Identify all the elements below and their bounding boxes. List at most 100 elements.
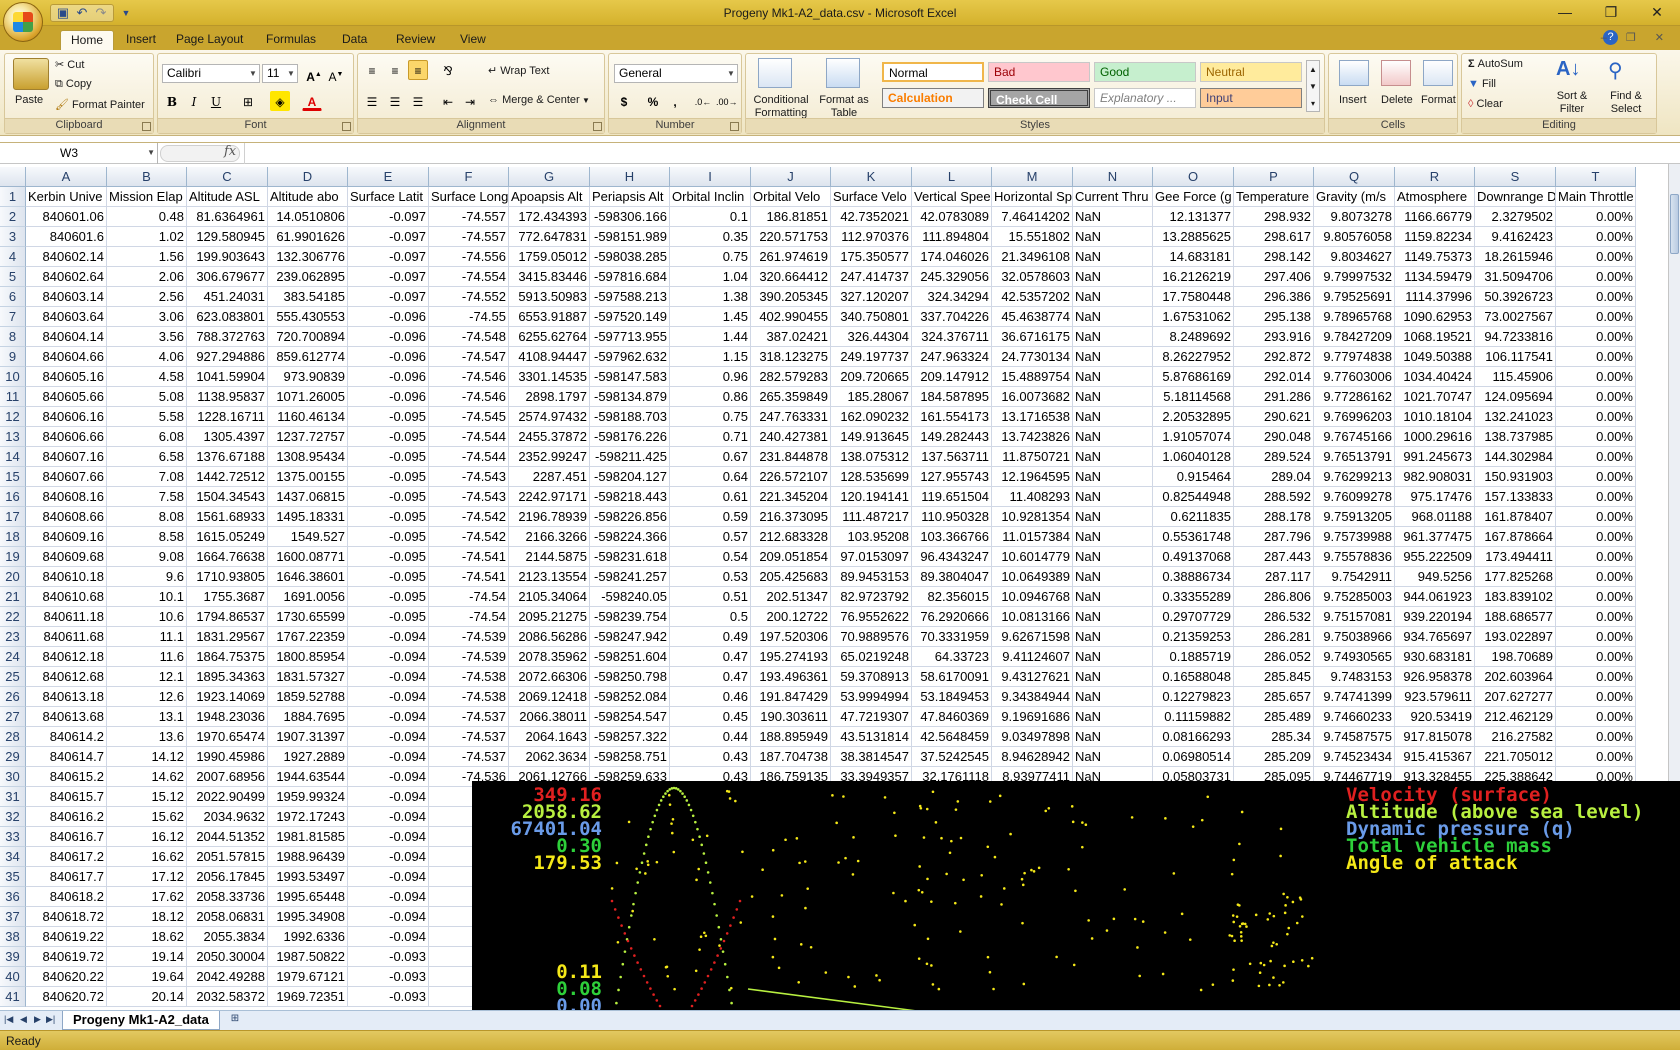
grid-cell[interactable]: 1166.66779 (1395, 207, 1475, 227)
grid-cell[interactable]: -74.54 (429, 587, 509, 607)
grid-cell[interactable]: -0.097 (348, 287, 429, 307)
grid-cell[interactable]: 9.76299213 (1314, 467, 1395, 487)
grid-cell[interactable]: 209.147912 (912, 367, 992, 387)
grid-cell[interactable]: 1995.34908 (268, 907, 348, 927)
grid-cell[interactable]: NaN (1073, 587, 1153, 607)
grid-cell[interactable]: 0.12279823 (1153, 687, 1234, 707)
grid-cell[interactable]: 0.00% (1556, 747, 1636, 767)
column-header[interactable]: E (348, 167, 429, 187)
grid-cell[interactable]: 36.6716175 (992, 327, 1073, 347)
grid-cell[interactable]: 16.12 (107, 827, 187, 847)
column-header[interactable]: H (590, 167, 670, 187)
grid-cell[interactable]: 1990.45986 (187, 747, 268, 767)
grid-cell[interactable]: 127.955743 (912, 467, 992, 487)
grid-cell[interactable]: 128.535699 (831, 467, 912, 487)
grid-cell[interactable]: 1.45 (670, 307, 751, 327)
row-header[interactable]: 27 (0, 707, 26, 727)
grid-cell[interactable]: NaN (1073, 507, 1153, 527)
grid-cell[interactable]: 15.62 (107, 807, 187, 827)
autosum-button[interactable]: Σ AutoSum (1468, 58, 1523, 70)
grid-cell[interactable]: 175.350577 (831, 247, 912, 267)
grid-cell[interactable]: 120.194141 (831, 487, 912, 507)
grid-cell[interactable]: 81.6364961 (187, 207, 268, 227)
grid-cell[interactable]: 0.00% (1556, 687, 1636, 707)
grid-cell[interactable]: NaN (1073, 227, 1153, 247)
grid-cell[interactable]: 840609.16 (26, 527, 107, 547)
grid-cell[interactable]: 9.79997532 (1314, 267, 1395, 287)
grid-cell[interactable]: -74.545 (429, 407, 509, 427)
grid-cell[interactable]: 9.74930565 (1314, 647, 1395, 667)
grid-cell[interactable]: 5913.50983 (509, 287, 590, 307)
grid-cell[interactable]: 0.00% (1556, 647, 1636, 667)
grid-cell[interactable]: 840612.68 (26, 667, 107, 687)
grid-cell[interactable]: 390.205345 (751, 287, 831, 307)
grid-cell[interactable]: -598240.05 (590, 587, 670, 607)
underline-button[interactable]: U (206, 91, 226, 111)
grid-cell[interactable]: 840602.14 (26, 247, 107, 267)
insert-function-button[interactable]: fx (224, 144, 236, 159)
tab-data[interactable]: Data (332, 30, 377, 50)
grid-cell[interactable]: 209.720665 (831, 367, 912, 387)
grid-cell[interactable]: Periapsis Alt (590, 187, 670, 207)
grid-cell[interactable]: -0.095 (348, 467, 429, 487)
grid-cell[interactable]: -598147.583 (590, 367, 670, 387)
grid-cell[interactable]: 216.27582 (1475, 727, 1556, 747)
number-format-combo[interactable]: General ▼ (614, 64, 738, 83)
grid-cell[interactable]: -0.094 (348, 707, 429, 727)
grid-cell[interactable]: -0.096 (348, 387, 429, 407)
grid-cell[interactable]: 0.00% (1556, 227, 1636, 247)
grid-cell[interactable]: 286.281 (1234, 627, 1314, 647)
grid-cell[interactable]: NaN (1073, 487, 1153, 507)
tab-page-layout[interactable]: Page Layout (166, 30, 253, 50)
row-header[interactable]: 33 (0, 827, 26, 847)
grid-cell[interactable]: -598134.879 (590, 387, 670, 407)
grid-cell[interactable]: 9.41124607 (992, 647, 1073, 667)
grid-cell[interactable]: 337.704226 (912, 307, 992, 327)
grid-cell[interactable]: -0.095 (348, 527, 429, 547)
grid-cell[interactable]: 11.1 (107, 627, 187, 647)
grid-cell[interactable]: 13.1716538 (992, 407, 1073, 427)
grid-cell[interactable]: 8.58 (107, 527, 187, 547)
grid-cell[interactable]: 94.7233816 (1475, 327, 1556, 347)
grid-cell[interactable]: 12.131377 (1153, 207, 1234, 227)
column-header[interactable]: J (751, 167, 831, 187)
grid-cell[interactable]: -598257.322 (590, 727, 670, 747)
grid-cell[interactable]: 9.78965768 (1314, 307, 1395, 327)
grid-cell[interactable]: 195.274193 (751, 647, 831, 667)
grid-cell[interactable]: 0.00% (1556, 547, 1636, 567)
grid-cell[interactable]: 47.8460369 (912, 707, 992, 727)
grid-cell[interactable]: -0.097 (348, 227, 429, 247)
workbook-window-controls[interactable]: – ❐ ✕ (1601, 31, 1672, 44)
grid-cell[interactable]: 2072.66306 (509, 667, 590, 687)
column-header[interactable]: F (429, 167, 509, 187)
grid-cell[interactable]: 261.974619 (751, 247, 831, 267)
grid-cell[interactable]: 111.487217 (831, 507, 912, 527)
grid-cell[interactable]: 0.43 (670, 747, 751, 767)
grid-cell[interactable]: 0.38886734 (1153, 567, 1234, 587)
grid-cell[interactable]: 1021.70747 (1395, 387, 1475, 407)
grid-cell[interactable]: -74.539 (429, 647, 509, 667)
grid-cell[interactable]: 18.62 (107, 927, 187, 947)
grid-cell[interactable]: 291.286 (1234, 387, 1314, 407)
grid-cell[interactable]: 1800.85954 (268, 647, 348, 667)
tab-formulas[interactable]: Formulas (256, 30, 326, 50)
grid-cell[interactable]: -0.095 (348, 607, 429, 627)
font-name-combo[interactable]: Calibri ▼ (162, 64, 260, 83)
grid-cell[interactable]: 2086.56286 (509, 627, 590, 647)
grid-cell[interactable]: 53.9994994 (831, 687, 912, 707)
grid-cell[interactable]: 10.0649389 (992, 567, 1073, 587)
grid-cell[interactable]: 0.06980514 (1153, 747, 1234, 767)
grid-cell[interactable]: 2.06 (107, 267, 187, 287)
grid-cell[interactable]: 290.048 (1234, 427, 1314, 447)
grid-cell[interactable]: Altitude abo (268, 187, 348, 207)
grid-cell[interactable]: -74.538 (429, 687, 509, 707)
grid-cell[interactable]: 64.33723 (912, 647, 992, 667)
grid-cell[interactable]: 1907.31397 (268, 727, 348, 747)
grid-cell[interactable]: 15.4889754 (992, 367, 1073, 387)
grid-cell[interactable]: 840608.66 (26, 507, 107, 527)
grid-cell[interactable]: Mission Elap (107, 187, 187, 207)
grid-cell[interactable]: 10.9281354 (992, 507, 1073, 527)
grid-cell[interactable]: 9.8034627 (1314, 247, 1395, 267)
grid-cell[interactable]: -0.096 (348, 327, 429, 347)
grid-cell[interactable]: 0.00% (1556, 247, 1636, 267)
